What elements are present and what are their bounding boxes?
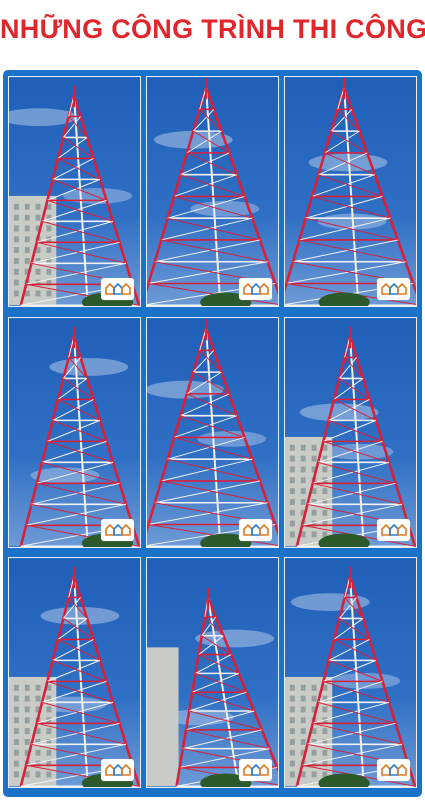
company-logo-icon xyxy=(239,759,272,781)
company-logo-icon xyxy=(377,759,410,781)
photo-tile xyxy=(284,557,417,788)
photo-grid xyxy=(8,76,417,793)
tower-photo xyxy=(9,77,140,306)
company-logo-icon xyxy=(239,278,272,300)
page-title: NHỮNG CÔNG TRÌNH THI CÔNG xyxy=(0,14,425,44)
company-logo-icon xyxy=(377,519,410,541)
photo-tile xyxy=(8,76,141,307)
photo-tile xyxy=(146,76,279,307)
photo-tile xyxy=(284,76,417,307)
tower-photo xyxy=(147,77,278,306)
company-logo-icon xyxy=(377,278,410,300)
tower-photo xyxy=(147,318,278,547)
photo-tile xyxy=(284,317,417,548)
company-logo-icon xyxy=(101,759,134,781)
photo-tile xyxy=(8,557,141,788)
photo-tile xyxy=(146,317,279,548)
header: NHỮNG CÔNG TRÌNH THI CÔNG xyxy=(0,0,425,68)
company-logo-icon xyxy=(101,278,134,300)
tower-photo xyxy=(9,318,140,547)
company-logo-icon xyxy=(239,519,272,541)
tower-photo xyxy=(285,77,416,306)
tower-photo xyxy=(285,318,416,547)
photo-tile xyxy=(146,557,279,788)
company-logo-icon xyxy=(101,519,134,541)
tower-photo xyxy=(147,558,278,787)
photo-tile xyxy=(8,317,141,548)
tower-photo xyxy=(9,558,140,787)
tower-photo xyxy=(285,558,416,787)
